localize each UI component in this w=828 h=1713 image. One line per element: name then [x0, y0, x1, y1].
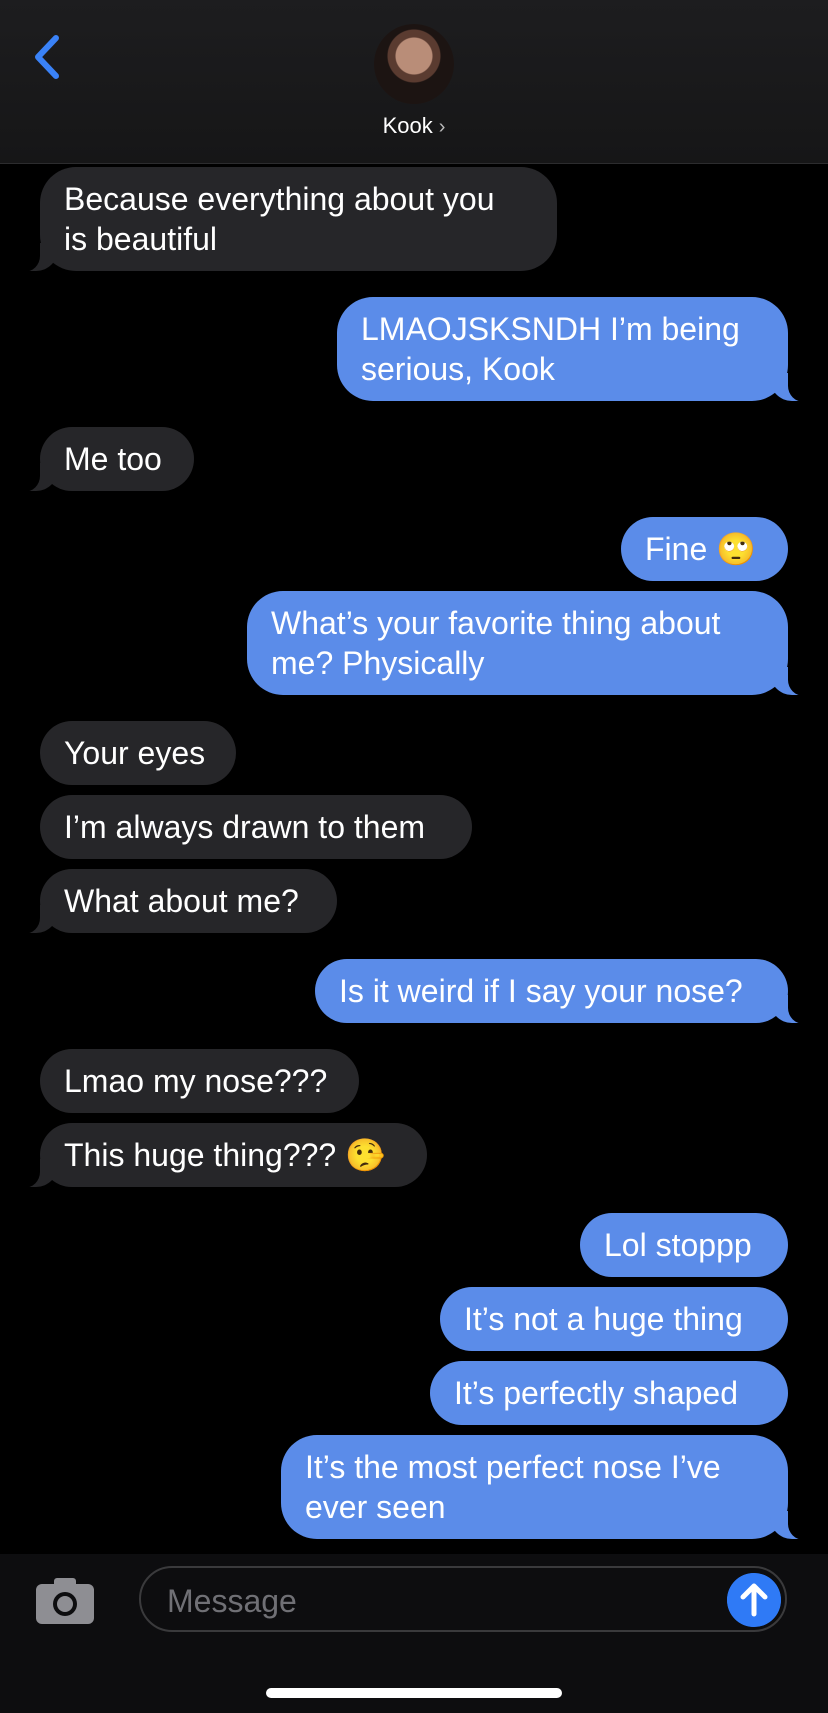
message-text: Your eyes — [64, 735, 206, 771]
message-bubble-incoming[interactable]: Because everything about you is beautifu… — [18, 167, 557, 272]
contact-name-button[interactable]: Kook › — [0, 113, 828, 139]
message-text: I’m always drawn to them — [64, 809, 426, 845]
message-bubble-incoming[interactable]: I’m always drawn to them — [40, 795, 472, 859]
message-bubble-outgoing[interactable]: Is it weird if I say your nose? — [315, 959, 810, 1024]
message-bubble-outgoing[interactable]: Lol stoppp — [580, 1213, 788, 1277]
message-bubble-incoming[interactable]: Me too — [18, 427, 194, 492]
message-bubble-outgoing[interactable]: Fine 🙄 — [621, 517, 788, 581]
message-text: Lol stoppp — [604, 1227, 752, 1263]
contact-avatar[interactable] — [374, 24, 454, 104]
message-input[interactable]: Message — [139, 1566, 787, 1632]
message-text: Is it weird if I say your nose? — [339, 973, 743, 1009]
message-text: This huge thing??? 🤥 — [64, 1137, 385, 1173]
message-bubble-outgoing[interactable]: It’s perfectly shaped — [430, 1361, 788, 1425]
message-bubble-incoming[interactable]: This huge thing??? 🤥 — [18, 1123, 427, 1188]
message-text: Lmao my nose??? — [64, 1063, 328, 1099]
conversation-header: Kook › — [0, 0, 828, 164]
message-bubble-outgoing[interactable]: LMAOJSKSNDH I’m being serious, Kook — [337, 297, 810, 402]
message-composer: Message — [0, 1554, 828, 1713]
message-text: Because everything about you is beautifu… — [64, 181, 495, 257]
message-text: It’s the most perfect nose I’ve ever see… — [305, 1449, 721, 1525]
chevron-right-icon: › — [438, 116, 446, 138]
message-bubble-incoming[interactable]: Your eyes — [40, 721, 236, 785]
home-indicator — [266, 1688, 562, 1698]
message-text: It’s perfectly shaped — [454, 1375, 739, 1411]
message-bubble-incoming[interactable]: Lmao my nose??? — [40, 1049, 359, 1113]
message-bubble-incoming[interactable]: What about me? — [18, 869, 337, 934]
message-bubble-outgoing[interactable]: It’s not a huge thing — [440, 1287, 788, 1351]
message-text: Fine 🙄 — [645, 531, 756, 567]
back-chevron-icon[interactable] — [30, 30, 66, 84]
message-bubble-outgoing[interactable]: What’s your favorite thing about me? Phy… — [247, 591, 810, 696]
message-input-placeholder: Message — [167, 1583, 297, 1619]
message-text: LMAOJSKSNDH I’m being serious, Kook — [361, 311, 740, 387]
camera-icon[interactable] — [34, 1576, 96, 1626]
send-arrow-up-icon[interactable] — [727, 1573, 781, 1627]
contact-name-label: Kook — [382, 113, 433, 138]
message-text: What about me? — [64, 883, 299, 919]
message-text: What’s your favorite thing about me? Phy… — [271, 605, 721, 681]
message-text: It’s not a huge thing — [464, 1301, 743, 1337]
message-text: Me too — [64, 441, 162, 477]
message-bubble-outgoing[interactable]: It’s the most perfect nose I’ve ever see… — [281, 1435, 810, 1540]
